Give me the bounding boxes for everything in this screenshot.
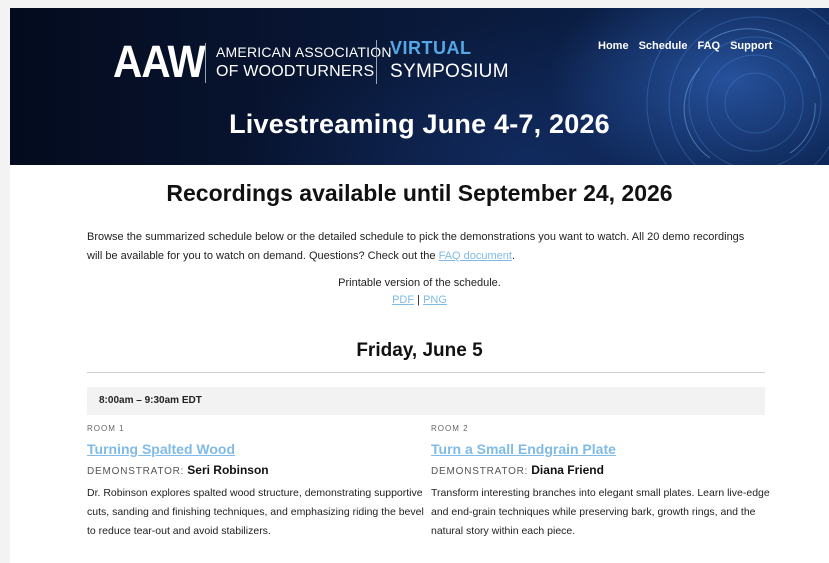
printable-label: Printable version of the schedule. <box>338 277 501 289</box>
demonstrator-label: DEMONSTRATOR: <box>431 466 529 477</box>
intro-text: Browse the summarized schedule below or … <box>87 231 745 262</box>
org-name-line1: AMERICAN ASSOCIATION <box>216 44 392 60</box>
recordings-title: Recordings available until September 24,… <box>166 180 673 206</box>
session-card: ROOM 2 Turn a Small Endgrain Plate DEMON… <box>431 422 771 541</box>
logo-divider <box>205 43 206 83</box>
main-nav: Home Schedule FAQ Support <box>598 38 772 54</box>
faq-document-link[interactable]: FAQ document <box>439 250 512 262</box>
room-label: ROOM 1 <box>87 424 125 433</box>
nav-faq[interactable]: FAQ <box>697 38 720 54</box>
link-separator: | <box>414 294 424 306</box>
time-slot-bar: 8:00am – 9:30am EDT <box>87 387 765 415</box>
logo-divider <box>376 40 377 84</box>
nav-support[interactable]: Support <box>730 38 772 54</box>
day-title: Friday, June 5 <box>356 340 483 361</box>
nav-home[interactable]: Home <box>598 38 629 54</box>
printable-links: PDF | PNG <box>10 291 829 309</box>
pdf-link[interactable]: PDF <box>392 294 414 306</box>
banner-title: Livestreaming June 4-7, 2026 <box>229 109 610 139</box>
org-name: AMERICAN ASSOCIATION OF WOODTURNERS <box>216 42 392 82</box>
demonstrator-line: DEMONSTRATOR: Seri Robinson <box>87 462 427 480</box>
session-card: ROOM 1 Turning Spalted Wood DEMONSTRATOR… <box>87 422 427 541</box>
nav-schedule[interactable]: Schedule <box>639 38 688 54</box>
demonstrator-label: DEMONSTRATOR: <box>87 466 185 477</box>
intro-end: . <box>511 250 516 262</box>
aaw-logo[interactable]: AAW <box>113 34 206 90</box>
demonstrator-line: DEMONSTRATOR: Diana Friend <box>431 462 771 480</box>
session-title-link[interactable]: Turning Spalted Wood <box>87 439 235 459</box>
divider <box>87 372 765 373</box>
page: AAW AMERICAN ASSOCIATION OF WOODTURNERS … <box>10 8 829 563</box>
symposium-label: SYMPOSIUM <box>390 61 509 82</box>
demonstrator-name: Seri Robinson <box>187 463 269 477</box>
png-link[interactable]: PNG <box>423 294 447 306</box>
session-description: Transform interesting branches into eleg… <box>431 487 770 537</box>
session-title-link[interactable]: Turn a Small Endgrain Plate <box>431 439 616 459</box>
hero-banner: AAW AMERICAN ASSOCIATION OF WOODTURNERS … <box>10 8 829 165</box>
virtual-label: VIRTUAL <box>390 38 472 58</box>
room-label: ROOM 2 <box>431 424 469 433</box>
demonstrator-name: Diana Friend <box>531 463 604 477</box>
intro-paragraph: Browse the summarized schedule below or … <box>87 228 757 266</box>
time-slot: 8:00am – 9:30am EDT <box>99 395 202 406</box>
session-description: Dr. Robinson explores spalted wood struc… <box>87 487 424 537</box>
org-name-line2: OF WOODTURNERS <box>216 63 375 80</box>
